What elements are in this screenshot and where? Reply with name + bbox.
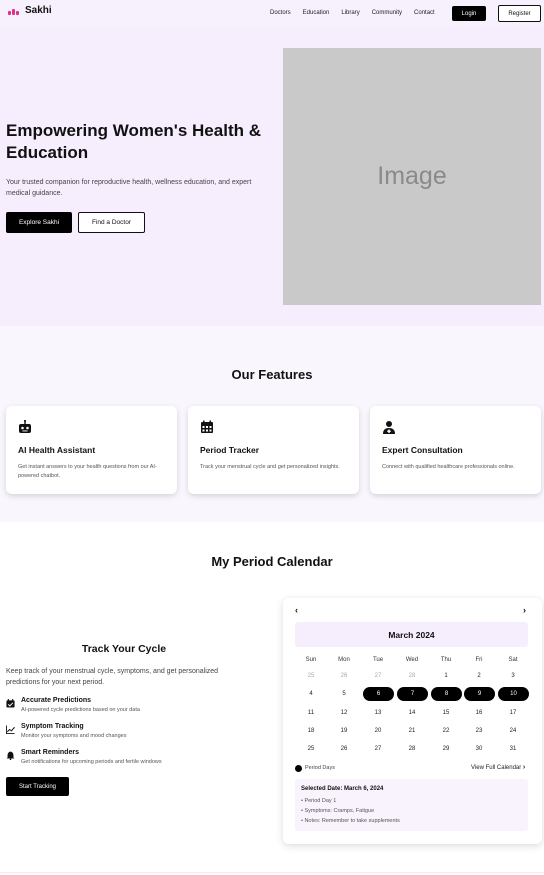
track-cycle-description: Keep track of your menstrual cycle, symp… — [6, 668, 219, 686]
selected-date-title: Selected Date: March 6, 2024 — [301, 786, 384, 792]
calendar-day[interactable]: 18 — [296, 724, 326, 738]
calendar-day[interactable]: 20 — [363, 724, 393, 738]
calendar-day[interactable]: 25 — [296, 669, 326, 683]
nav-link-contact[interactable]: Contact — [414, 10, 435, 16]
calendar-day[interactable]: 28 — [397, 742, 427, 756]
explore-button[interactable]: Explore Sakhi — [6, 212, 72, 233]
calendar-day[interactable]: 4 — [296, 687, 326, 701]
period-days-legend-label: Period Days — [305, 765, 335, 771]
doctor-icon — [383, 421, 395, 434]
calendar-day[interactable]: 12 — [329, 706, 359, 720]
weekday-header: Thu — [440, 657, 452, 663]
feature-item-title: Smart Reminders — [21, 749, 79, 756]
view-full-calendar-label: View Full Calendar — [471, 765, 522, 771]
calendar-day[interactable]: 29 — [431, 742, 461, 756]
period-calendar-title: My Period Calendar — [211, 554, 333, 569]
calendar-day[interactable]: 3 — [498, 669, 528, 683]
chevron-right-icon: › — [522, 764, 526, 771]
feature-card-title: Expert Consultation — [382, 445, 463, 455]
calendar-day[interactable]: 21 — [397, 724, 427, 738]
calendar-day[interactable]: 30 — [464, 742, 494, 756]
nav-links: Doctors Education Library Community Cont… — [270, 10, 447, 16]
calendar-day-period[interactable]: 9 — [464, 687, 495, 701]
feature-item-description: Monitor your symptoms and mood changes — [21, 733, 127, 739]
weekday-header: Tue — [372, 657, 384, 663]
brand-name: Sakhi — [25, 5, 52, 16]
hero-image-placeholder: Image — [283, 48, 541, 305]
calendar-day[interactable]: 14 — [397, 706, 427, 720]
calendar-check-icon — [6, 699, 15, 708]
register-button[interactable]: Register — [498, 5, 541, 22]
calendar-day[interactable]: 16 — [464, 706, 494, 720]
feature-card-description: Connect with qualified healthcare profes… — [382, 464, 515, 470]
feature-item-description: AI-powered cycle predictions based on yo… — [21, 707, 140, 713]
feature-card-description: Get instant answers to your health quest… — [18, 464, 157, 479]
robot-icon — [19, 420, 31, 433]
calendar-day[interactable]: 26 — [329, 742, 359, 756]
calendar-day-period[interactable]: 10 — [498, 687, 529, 701]
weekday-header: Wed — [405, 657, 419, 663]
nav-link-doctors[interactable]: Doctors — [270, 10, 291, 16]
feature-item-title: Symptom Tracking — [21, 723, 84, 730]
period-days-legend-dot — [295, 765, 302, 772]
feature-card-title: Period Tracker — [200, 445, 260, 455]
calendar-day[interactable]: 25 — [296, 742, 326, 756]
features-title: Our Features — [231, 367, 313, 382]
view-full-calendar-link[interactable]: View Full Calendar › — [471, 764, 525, 771]
calendar-day[interactable]: 28 — [397, 669, 427, 683]
calendar-day[interactable]: 24 — [498, 724, 528, 738]
top-navbar: Sakhi Doctors Education Library Communit… — [0, 0, 544, 28]
weekday-header: Sat — [508, 657, 518, 663]
trend-chart-icon — [6, 725, 15, 734]
brand-logo[interactable]: Sakhi — [8, 5, 52, 16]
calendar-day[interactable]: 2 — [464, 669, 494, 683]
find-doctor-button[interactable]: Find a Doctor — [78, 212, 145, 233]
brand-icon — [8, 7, 20, 15]
calendar-day[interactable]: 1 — [431, 669, 461, 683]
login-button[interactable]: Login — [452, 6, 486, 21]
feature-card-ai-assistant[interactable]: AI Health Assistant Get instant answers … — [6, 406, 177, 494]
calendar-day[interactable]: 19 — [329, 724, 359, 738]
prev-month-chevron-icon[interactable]: ‹ — [295, 605, 298, 615]
calendar-day[interactable]: 22 — [431, 724, 461, 738]
track-cycle-title: Track Your Cycle — [81, 643, 167, 655]
calendar-day[interactable]: 26 — [329, 669, 359, 683]
calendar-day[interactable]: 13 — [363, 706, 393, 720]
calendar-day[interactable]: 27 — [363, 742, 393, 756]
nav-link-library[interactable]: Library — [341, 10, 359, 16]
weekday-header: Mon — [338, 657, 350, 663]
selected-date-detail: • Symptoms: Cramps, Fatigue — [301, 808, 375, 814]
feature-item-description: Get notifications for upcoming periods a… — [21, 759, 162, 765]
feature-item-title: Accurate Predictions — [21, 697, 92, 704]
calendar-day[interactable]: 27 — [363, 669, 393, 683]
calendar-day-period[interactable]: 7 — [397, 687, 428, 701]
calendar-day[interactable]: 11 — [296, 706, 326, 720]
divider — [0, 872, 544, 873]
nav-link-community[interactable]: Community — [372, 10, 402, 16]
calendar-month-label: March 2024 — [295, 622, 528, 647]
hero-subtitle: Your trusted companion for reproductive … — [6, 179, 252, 197]
calendar-day-period[interactable]: 6 — [363, 687, 394, 701]
feature-card-period-tracker[interactable]: Period Tracker Track your menstrual cycl… — [188, 406, 359, 494]
feature-card-description: Track your menstrual cycle and get perso… — [200, 464, 340, 470]
weekday-header: Sun — [305, 657, 317, 663]
calendar-day[interactable]: 15 — [431, 706, 461, 720]
calendar-day[interactable]: 17 — [498, 706, 528, 720]
start-tracking-button[interactable]: Start Tracking — [6, 777, 69, 796]
selected-date-detail: • Period Day 1 — [301, 798, 337, 804]
calendar-day-period[interactable]: 8 — [431, 687, 462, 701]
calendar-icon — [201, 420, 213, 433]
next-month-chevron-icon[interactable]: › — [523, 605, 526, 615]
hero-title: Empowering Women's Health & Education — [6, 121, 261, 162]
bell-icon — [6, 751, 15, 760]
weekday-header: Fri — [475, 657, 483, 663]
nav-link-education[interactable]: Education — [303, 10, 330, 16]
calendar-day[interactable]: 5 — [329, 687, 359, 701]
feature-card-expert-consultation[interactable]: Expert Consultation Connect with qualifi… — [370, 406, 541, 494]
feature-card-title: AI Health Assistant — [18, 445, 96, 455]
selected-date-detail: • Notes: Remember to take supplements — [301, 818, 400, 824]
calendar-day[interactable]: 23 — [464, 724, 494, 738]
calendar-day[interactable]: 31 — [498, 742, 528, 756]
